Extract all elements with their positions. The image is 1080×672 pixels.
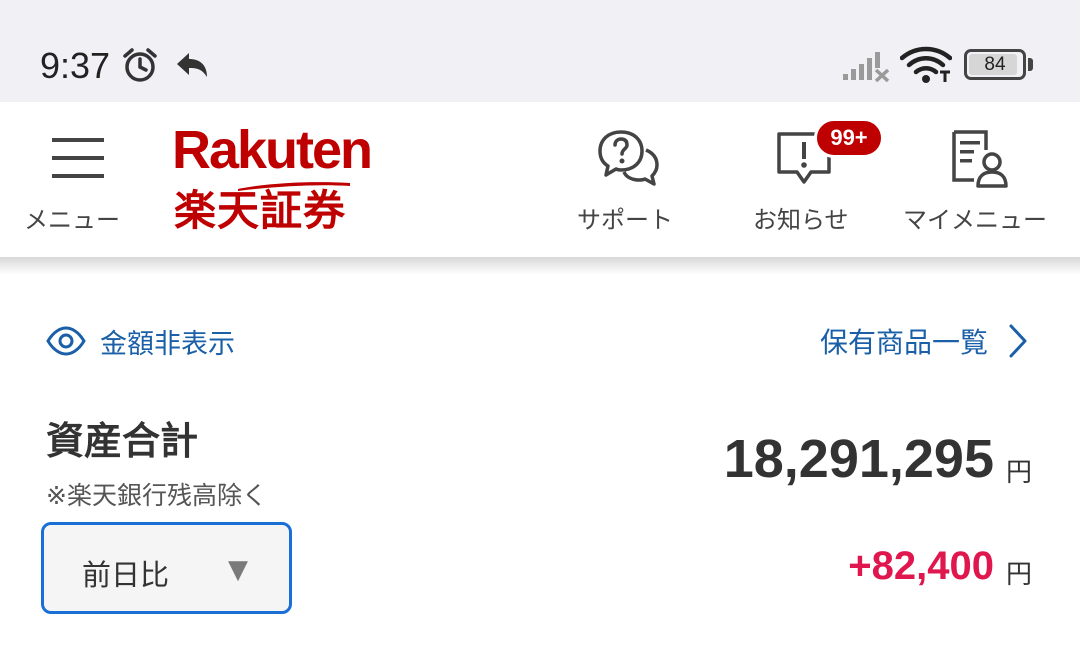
support-chat-icon [598,130,659,186]
notifications-label: お知らせ [753,206,849,234]
logo-subtext: 楽天証券 [174,186,347,235]
hide-amount-label: 金額非表示 [100,328,235,360]
daily-change-currency: 円 [1006,560,1033,590]
reply-arrow-icon [177,53,207,77]
holdings-link-label: 保有商品一覧 [819,326,988,359]
battery-level: 84 [984,54,1006,75]
wifi-icon [900,46,952,83]
status-time: 9:37 [40,45,111,86]
total-assets-amount: 18,291,295 [723,429,994,489]
my-menu-label: マイメニュー [903,206,1047,234]
logo-text: Rakuten [172,120,373,180]
holdings-list-link[interactable]: 保有商品一覧 [820,318,1028,364]
support-button[interactable]: サポート [565,122,690,247]
daily-change-amount: +82,400 [848,544,994,588]
my-menu-button[interactable]: マイメニュー [900,122,1065,247]
dropdown-triangle-icon: ▼ [228,555,248,585]
menu-label: メニュー [24,206,120,234]
menu-button[interactable]: メニュー [20,122,135,247]
chevron-right-icon [1009,324,1027,358]
battery-nub [1028,58,1033,71]
status-bar: 9:37 84 [0,0,1080,102]
notifications-badge: 99+ [814,118,884,158]
support-label: サポート [577,206,673,234]
comparison-period-value: 前日比 [82,558,170,592]
hamburger-icon [52,138,104,178]
header-shadow [0,257,1080,275]
total-assets-currency: 円 [1006,458,1033,488]
total-assets-note: ※楽天銀行残高除く [46,481,267,510]
app-header: メニュー Rakuten 楽天証券 サポート お知らせ 99+ マイメニュー [0,102,1080,257]
eye-icon [46,326,86,356]
signal-off-icon [843,52,890,82]
my-menu-document-user-icon [952,130,1008,188]
battery-icon: 84 [964,49,1026,80]
alarm-icon [123,48,157,82]
hide-amount-toggle[interactable]: 金額非表示 [46,318,235,364]
comparison-period-select[interactable]: 前日比 ▼ [41,522,292,614]
total-assets-title: 資産合計 [46,419,199,463]
